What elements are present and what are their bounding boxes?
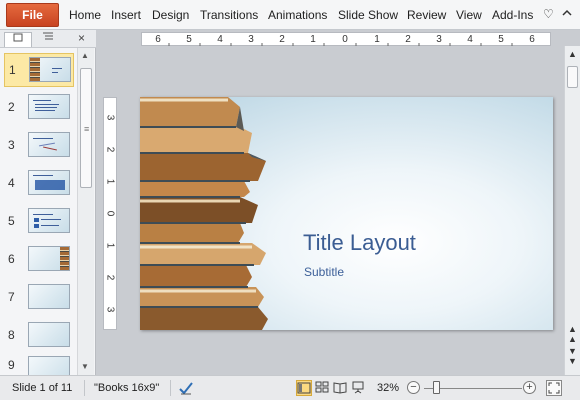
zoom-in-icon[interactable]: + [523, 381, 536, 394]
previous-slide-icon[interactable]: ▲ ▲ [568, 324, 577, 344]
slide-thumbnail-panel: × 1 2 3 4 5 6 7 8 9 ▲ ≡ ▼ [0, 30, 96, 375]
slide-title[interactable]: Title Layout [303, 230, 416, 256]
slide-number: 1 [9, 63, 16, 77]
ruler-ticks [168, 43, 513, 46]
ruler-label: 3 [104, 114, 116, 121]
scroll-up-icon[interactable]: ▲ [81, 51, 89, 60]
ruler-label: 2 [104, 146, 116, 153]
slides-view-icon [13, 33, 23, 42]
scroll-thumb[interactable] [567, 66, 578, 88]
tab-slide-show[interactable]: Slide Show [338, 8, 398, 22]
slides-tab[interactable] [4, 32, 32, 47]
ruler-label: 3 [104, 306, 116, 313]
scroll-up-icon[interactable]: ▲ [568, 49, 577, 59]
close-icon[interactable]: × [78, 31, 85, 45]
spell-check-icon[interactable] [178, 380, 194, 396]
zoom-slider-handle[interactable] [433, 381, 440, 394]
panel-header: × [0, 30, 96, 48]
slide-counter: Slide 1 of 11 [12, 382, 73, 394]
next-slide-icon[interactable]: ▼ ▼ [568, 346, 577, 366]
tab-design[interactable]: Design [152, 8, 189, 22]
slide-thumbnail-8[interactable]: 8 [4, 319, 74, 353]
tab-review[interactable]: Review [407, 8, 446, 22]
ruler-label: 0 [104, 210, 116, 217]
slide-number: 3 [8, 138, 15, 152]
tab-animations[interactable]: Animations [268, 8, 327, 22]
thumbnail-image [28, 284, 70, 309]
slide-number: 5 [8, 214, 15, 228]
heart-icon[interactable]: ♡ [543, 7, 554, 21]
tab-insert[interactable]: Insert [111, 8, 141, 22]
tab-home[interactable]: Home [69, 8, 101, 22]
slide-number: 9 [8, 358, 15, 372]
books-stack-image [140, 97, 268, 330]
zoom-percentage[interactable]: 32% [377, 382, 399, 394]
slide-thumbnail-6[interactable]: 6 [4, 243, 74, 277]
file-tab[interactable]: File [6, 3, 59, 27]
tab-transitions[interactable]: Transitions [200, 8, 258, 22]
slide-thumbnail-7[interactable]: 7 [4, 281, 74, 315]
slide-thumbnail-1[interactable]: 1 [4, 53, 74, 87]
thumbnail-image [28, 94, 70, 119]
slide-number: 6 [8, 252, 15, 266]
slide-thumbnail-5[interactable]: 5 [4, 205, 74, 239]
ruler-label: 2 [104, 274, 116, 281]
slide-thumbnail-3[interactable]: 3 [4, 129, 74, 163]
slide-number: 8 [8, 328, 15, 342]
slide-subtitle[interactable]: Subtitle [304, 265, 344, 279]
normal-view-icon[interactable] [296, 380, 312, 396]
horizontal-ruler: 6 5 4 3 2 1 0 1 2 3 4 5 6 [141, 32, 551, 46]
reading-view-icon[interactable] [332, 380, 348, 396]
status-bar: Slide 1 of 11 "Books 16x9" 32% − + [0, 375, 580, 400]
scroll-down-icon[interactable]: ▼ [81, 362, 89, 371]
editor-scrollbar[interactable]: ▲ ▲ ▲ ▼ ▼ [564, 46, 580, 375]
outline-tab[interactable] [34, 32, 62, 47]
chevron-up-icon[interactable] [562, 7, 572, 21]
vertical-ruler: 3 2 1 0 1 2 3 [103, 97, 117, 330]
slide-show-icon[interactable] [350, 380, 366, 396]
slide-thumbnail-4[interactable]: 4 [4, 167, 74, 201]
fit-to-window-icon[interactable] [546, 380, 562, 396]
ribbon-tab-bar: File Home Insert Design Transitions Anim… [0, 0, 580, 30]
slide-sorter-icon[interactable] [314, 380, 330, 396]
thumbnail-image [28, 356, 70, 375]
zoom-out-icon[interactable]: − [407, 381, 420, 394]
thumbnail-image [28, 246, 70, 271]
tab-add-ins[interactable]: Add-Ins [492, 8, 533, 22]
slide-number: 7 [8, 290, 15, 304]
slide-number: 2 [8, 100, 15, 114]
slide-canvas[interactable]: Title Layout Subtitle [140, 97, 553, 330]
tab-view[interactable]: View [456, 8, 482, 22]
slide-thumbnail-2[interactable]: 2 [4, 91, 74, 125]
thumbnail-image [28, 170, 70, 195]
thumbnail-scrollbar[interactable]: ▲ ≡ ▼ [77, 48, 94, 375]
thumbnail-image [28, 132, 70, 157]
thumbnail-image [28, 208, 70, 233]
thumbnail-image [29, 57, 71, 82]
slide-number: 4 [8, 176, 15, 190]
thumbnail-image [28, 322, 70, 347]
outline-view-icon [43, 32, 53, 40]
ruler-label: 1 [104, 178, 116, 185]
ruler-label: 1 [104, 242, 116, 249]
theme-name[interactable]: "Books 16x9" [94, 382, 159, 394]
scroll-thumb[interactable]: ≡ [80, 68, 92, 188]
slide-thumbnail-9[interactable]: 9 [4, 353, 74, 375]
